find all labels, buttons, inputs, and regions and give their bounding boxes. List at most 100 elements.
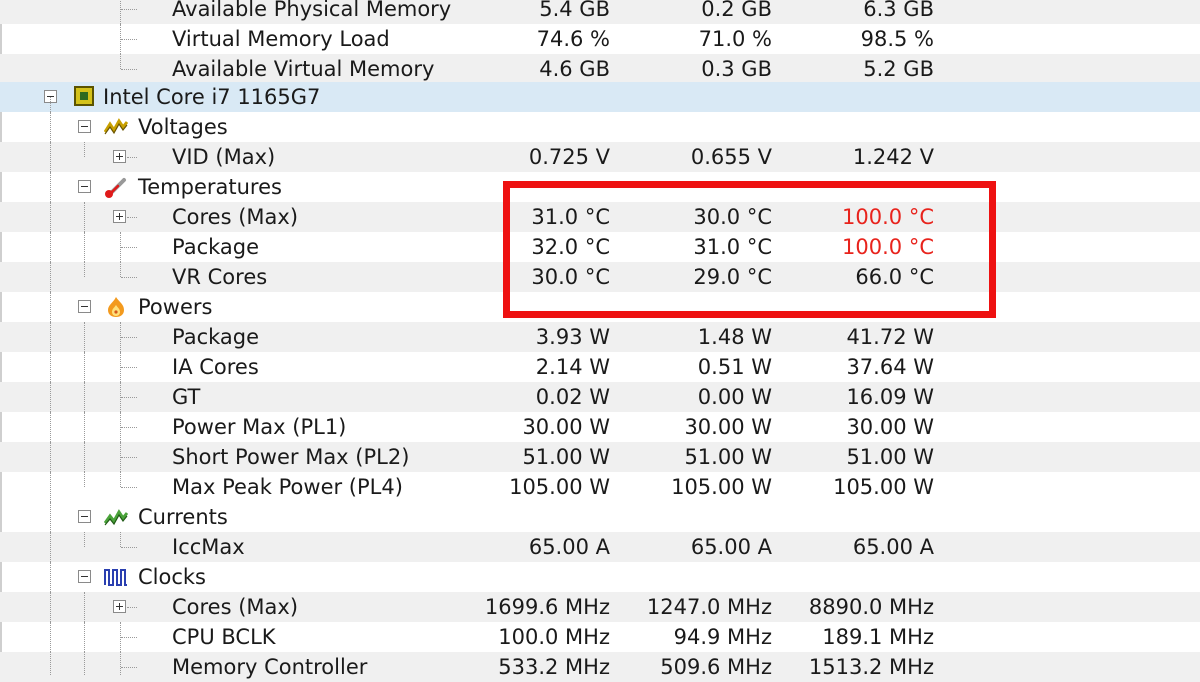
sensor-label: IA Cores	[172, 355, 259, 379]
tree-node-voltages[interactable]: Voltages	[0, 112, 1200, 142]
sensor-label: Memory Controller	[172, 655, 368, 679]
sensor-row-max-peak-power-pl4[interactable]: Max Peak Power (PL4) 105.00 W 105.00 W 1…	[0, 472, 1200, 502]
tree-connector	[121, 39, 137, 40]
tree-connector	[121, 457, 137, 458]
sensor-row-memory-controller-clock[interactable]: Memory Controller 533.2 MHz 509.6 MHz 15…	[0, 652, 1200, 682]
collapse-toggle[interactable]	[78, 300, 91, 313]
sensor-current-value: 1699.6 MHz	[484, 595, 610, 619]
tree-connector	[120, 532, 121, 547]
tree-connector	[84, 262, 85, 277]
sensor-current-value: 65.00 A	[528, 535, 610, 559]
sensor-current-value: 0.02 W	[535, 385, 610, 409]
sensor-current-value: 5.4 GB	[539, 0, 610, 21]
sensor-row-available-physical-memory[interactable]: Available Physical Memory 5.4 GB 0.2 GB …	[0, 0, 1200, 24]
tree-connector	[50, 562, 51, 592]
sensor-min-value: 71.0 %	[698, 27, 772, 51]
sensor-current-value: 30.00 W	[522, 415, 610, 439]
sensor-row-power-max-pl1[interactable]: Power Max (PL1) 30.00 W 30.00 W 30.00 W	[0, 412, 1200, 442]
tree-connector	[120, 0, 121, 24]
tree-connector	[50, 412, 51, 442]
sensor-label: Package	[172, 325, 260, 349]
tree-node-currents[interactable]: Currents	[0, 502, 1200, 532]
sensor-label: Max Peak Power (PL4)	[172, 475, 403, 499]
tree-connector	[121, 367, 137, 368]
sensor-row-ia-cores-power[interactable]: IA Cores 2.14 W 0.51 W 37.64 W	[0, 352, 1200, 382]
sensor-row-gt-power[interactable]: GT 0.02 W 0.00 W 16.09 W	[0, 382, 1200, 412]
tree-connector	[84, 592, 85, 622]
sensor-row-short-power-max-pl2[interactable]: Short Power Max (PL2) 51.00 W 51.00 W 51…	[0, 442, 1200, 472]
sensor-max-value: 1513.2 MHz	[808, 655, 934, 679]
sensor-label: Available Virtual Memory	[172, 57, 435, 81]
expand-toggle[interactable]	[113, 600, 126, 613]
sensor-row-package-power[interactable]: Package 3.93 W 1.48 W 41.72 W	[0, 322, 1200, 352]
collapse-toggle[interactable]	[78, 570, 91, 583]
tree-connector	[50, 442, 51, 472]
sensor-row-iccmax[interactable]: IccMax 65.00 A 65.00 A 65.00 A	[0, 532, 1200, 562]
voltage-wave-icon	[104, 118, 128, 135]
tree-connector	[120, 54, 121, 69]
sensor-max-value: 1.242 V	[852, 145, 934, 169]
expand-toggle[interactable]	[113, 210, 126, 223]
tree-connector	[84, 202, 85, 232]
tree-connector	[50, 172, 51, 202]
tree-connector	[121, 667, 137, 668]
sensor-max-value: 30.00 W	[846, 415, 934, 439]
tree-connector	[50, 292, 51, 322]
sensor-row-virtual-memory-load[interactable]: Virtual Memory Load 74.6 % 71.0 % 98.5 %	[0, 24, 1200, 54]
thermometer-icon	[105, 178, 126, 198]
tree-connector	[121, 637, 137, 638]
sensor-label: Cores (Max)	[172, 595, 299, 619]
clock-pulse-icon	[104, 569, 127, 586]
node-label: Currents	[138, 505, 228, 529]
sensor-min-value: 1.48 W	[697, 325, 772, 349]
sensor-current-value: 2.14 W	[535, 355, 610, 379]
tree-connector	[121, 337, 137, 338]
sensor-label: CPU BCLK	[172, 625, 276, 649]
sensor-max-value: 37.64 W	[846, 355, 934, 379]
sensor-label: Power Max (PL1)	[172, 415, 347, 439]
tree-connector	[121, 9, 137, 10]
sensor-min-value: 65.00 A	[690, 535, 772, 559]
node-label: Temperatures	[138, 175, 282, 199]
tree-connector	[84, 532, 85, 547]
tree-connector	[50, 262, 51, 292]
tree-connector	[50, 652, 51, 675]
sensor-label: IccMax	[172, 535, 245, 559]
sensor-min-value: 94.9 MHz	[673, 625, 772, 649]
sensor-row-available-virtual-memory[interactable]: Available Virtual Memory 4.6 GB 0.3 GB 5…	[0, 54, 1200, 84]
tree-connector	[84, 412, 85, 442]
tree-node-clocks[interactable]: Clocks	[0, 562, 1200, 592]
tree-connector	[50, 97, 51, 112]
collapse-toggle[interactable]	[78, 180, 91, 193]
tree-connector	[50, 352, 51, 382]
sensor-row-cpu-bclk[interactable]: CPU BCLK 100.0 MHz 94.9 MHz 189.1 MHz	[0, 622, 1200, 652]
sensor-max-value: 8890.0 MHz	[808, 595, 934, 619]
tree-connector	[50, 142, 51, 172]
expand-toggle[interactable]	[113, 150, 126, 163]
sensor-label: VR Cores	[172, 265, 268, 289]
sensor-label: Cores (Max)	[172, 205, 299, 229]
sensor-min-value: 0.655 V	[690, 145, 772, 169]
tree-connector	[84, 352, 85, 382]
tree-connector	[120, 262, 121, 277]
temperature-highlight-box	[503, 181, 996, 318]
sensor-row-vid-max[interactable]: VID (Max) 0.725 V 0.655 V 1.242 V	[0, 142, 1200, 172]
tree-connector	[121, 247, 137, 248]
sensor-max-value: 41.72 W	[846, 325, 934, 349]
tree-connector	[50, 472, 51, 502]
collapse-toggle[interactable]	[78, 510, 91, 523]
sensor-current-value: 4.6 GB	[539, 57, 610, 81]
tree-node-cpu[interactable]: Intel Core i7 1165G7	[0, 82, 1200, 112]
tree-connector	[121, 427, 137, 428]
sensor-min-value: 51.00 W	[684, 445, 772, 469]
tree-connector	[50, 202, 51, 232]
tree-connector	[50, 532, 51, 562]
sensor-label: Virtual Memory Load	[172, 27, 390, 51]
tree-connector	[84, 142, 85, 157]
tree-connector	[121, 397, 137, 398]
sensor-row-cores-max-clock[interactable]: Cores (Max) 1699.6 MHz 1247.0 MHz 8890.0…	[0, 592, 1200, 622]
tree-connector	[50, 112, 51, 142]
collapse-toggle[interactable]	[78, 120, 91, 133]
sensor-min-value: 105.00 W	[671, 475, 772, 499]
sensor-label: Short Power Max (PL2)	[172, 445, 410, 469]
